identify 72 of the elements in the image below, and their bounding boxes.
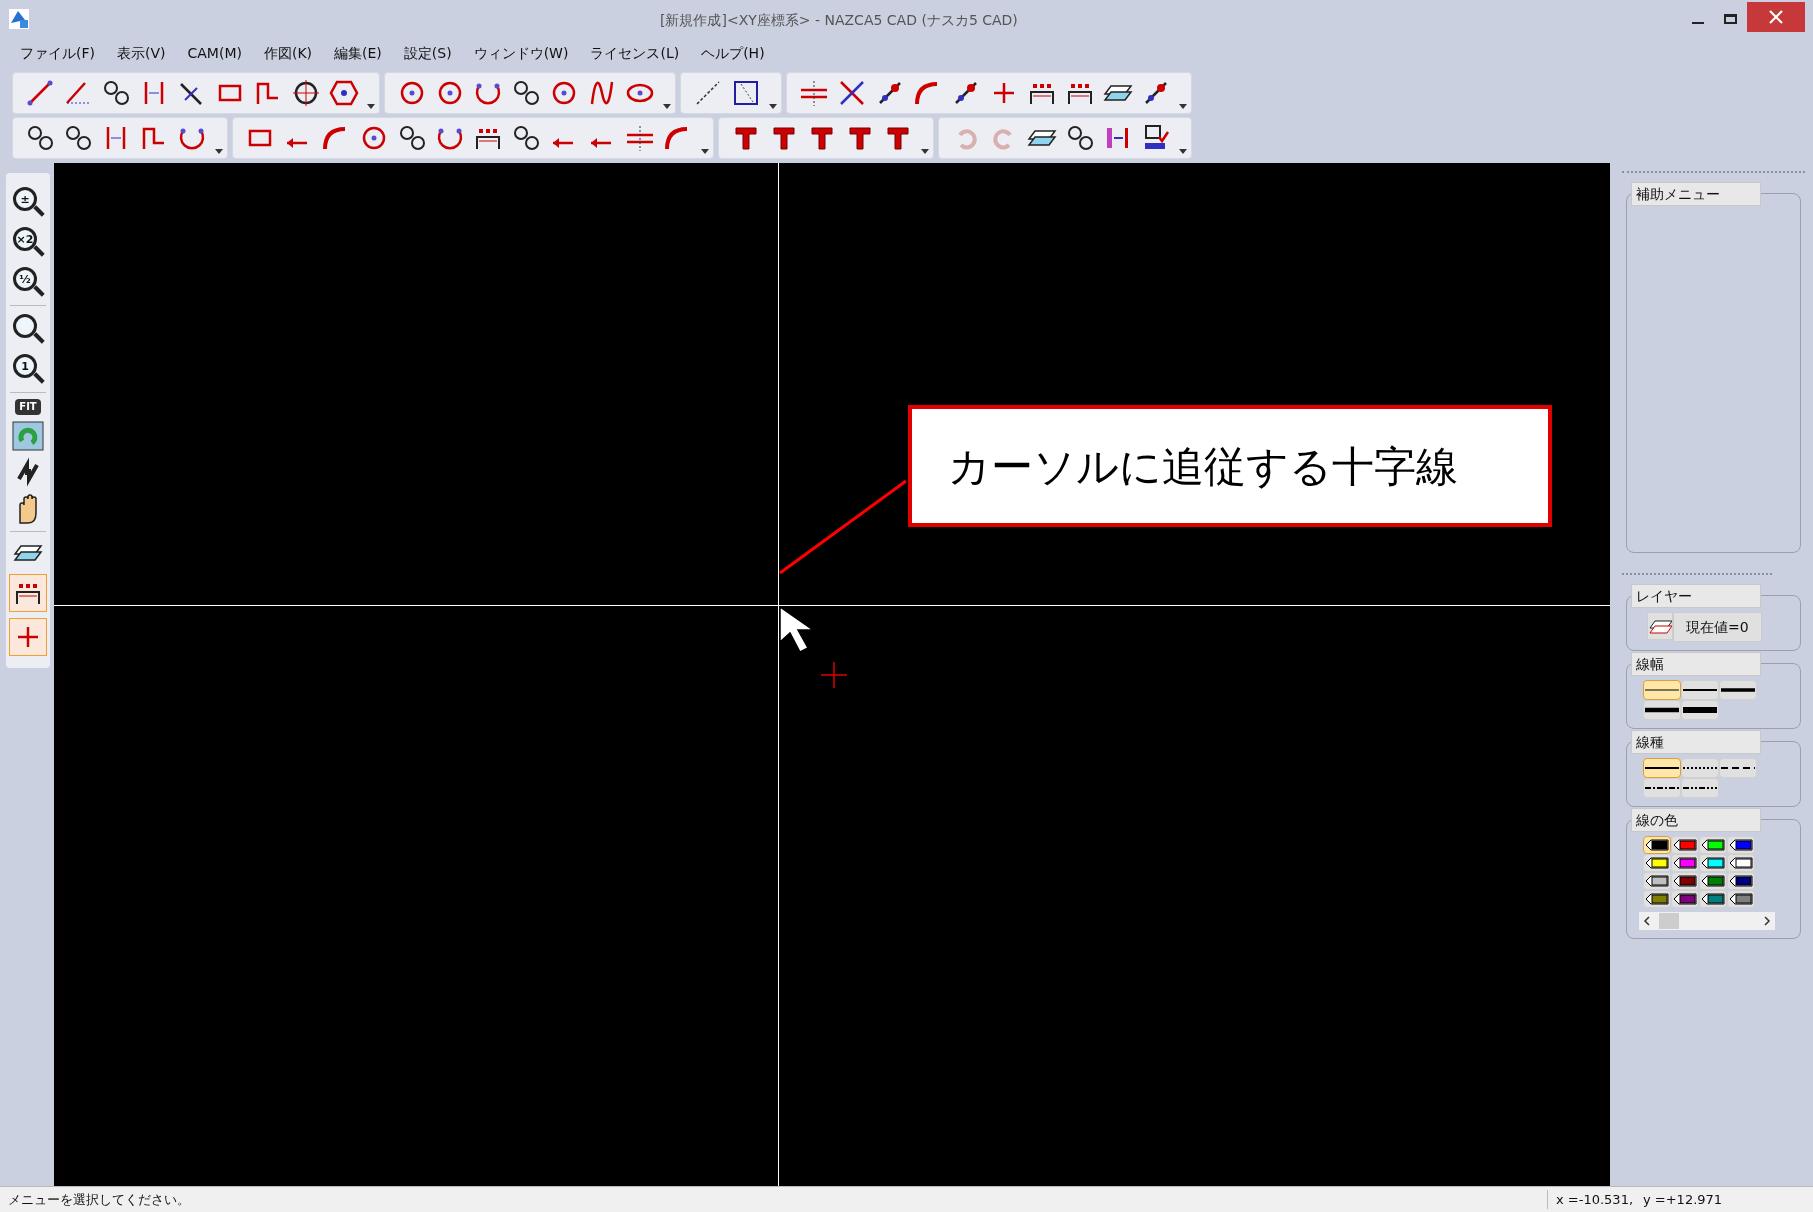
line-sample-icon: [1645, 764, 1679, 772]
menu-item[interactable]: CAM(M): [187, 42, 242, 64]
horizontal-scrollbar[interactable]: [1639, 912, 1775, 930]
overflow-icon[interactable]: [367, 104, 375, 109]
grid-box-icon[interactable]: [731, 78, 761, 108]
callout-text: カーソルに追従する十字線: [948, 440, 1458, 493]
line-width-option[interactable]: [1681, 680, 1719, 700]
menu-item[interactable]: ヘルプ(H): [701, 42, 765, 64]
target-icon[interactable]: [291, 78, 321, 108]
x-coordinate: x =-10.531,: [1547, 1189, 1643, 1210]
y-coordinate: y =+12.971: [1643, 1190, 1724, 1209]
line-type-option[interactable]: [1719, 758, 1757, 778]
window-title: [新規作成]<XY座標系> - NAZCA5 CAD (ナスカ5 CAD): [660, 11, 1018, 30]
group-title: 線の色: [1631, 808, 1761, 832]
maximize-icon[interactable]: [1724, 14, 1737, 24]
overflow-icon[interactable]: [701, 149, 709, 154]
line-sample-icon: [1683, 686, 1717, 694]
hexagon-icon[interactable]: [329, 78, 359, 108]
right-chevron-icon[interactable]: [1763, 916, 1771, 926]
menu-item[interactable]: ファイル(F): [20, 42, 95, 64]
overflow-icon[interactable]: [663, 104, 671, 109]
line-width-option[interactable]: [1719, 680, 1757, 700]
drawing-canvas[interactable]: カーソルに追従する十字線: [54, 163, 1610, 1186]
status-message: メニューを選択してください。: [7, 1190, 190, 1209]
line-sample-icon: [1721, 764, 1755, 772]
menu-item[interactable]: ライセンス(L): [590, 42, 680, 64]
menu-item[interactable]: 作図(K): [263, 42, 313, 64]
line-type-option[interactable]: [1643, 758, 1681, 778]
menu-item[interactable]: 表示(V): [117, 42, 166, 64]
group-title: レイヤー: [1631, 584, 1761, 608]
left-chevron-icon[interactable]: [1643, 916, 1651, 926]
circles-icon[interactable]: [511, 78, 541, 108]
menu-item[interactable]: 設定(S): [403, 42, 452, 64]
trim-icon[interactable]: [799, 78, 829, 108]
line-sample-icon: [1683, 784, 1717, 792]
line-sample-icon: [1683, 706, 1717, 714]
overflow-icon[interactable]: [1179, 104, 1187, 109]
line-sample-icon: [1721, 686, 1755, 694]
group-title: 線幅: [1631, 652, 1761, 676]
trim-icon[interactable]: [625, 123, 655, 153]
overflow-icon[interactable]: [769, 104, 777, 109]
line-sample-icon: [1645, 784, 1679, 792]
overflow-icon[interactable]: [1179, 149, 1187, 154]
cross-marker-icon: [821, 662, 847, 688]
line-type-option[interactable]: [1681, 778, 1719, 798]
overflow-icon[interactable]: [921, 149, 929, 154]
layer-button[interactable]: 現在値=0: [1673, 612, 1762, 642]
line-width-option[interactable]: [1643, 700, 1681, 720]
menu-item[interactable]: 編集(E): [334, 42, 382, 64]
circles-icon[interactable]: [397, 123, 427, 153]
line-sample-icon: [1645, 706, 1679, 714]
line-sample-icon: [1645, 686, 1679, 694]
circles-icon[interactable]: [101, 78, 131, 108]
line-width-option[interactable]: [1681, 700, 1719, 720]
menu-item[interactable]: ウィンドウ(W): [473, 42, 569, 64]
close-icon: [1769, 10, 1783, 24]
line-sample-icon: [1683, 764, 1717, 772]
close-button[interactable]: [1747, 2, 1805, 32]
fit-button[interactable]: FIT: [15, 399, 41, 415]
line-type-option[interactable]: [1681, 758, 1719, 778]
circles-icon[interactable]: [25, 123, 55, 153]
line-type-option[interactable]: [1643, 778, 1681, 798]
circles-icon[interactable]: [511, 123, 541, 153]
group-title: 補助メニュー: [1631, 182, 1761, 206]
overflow-icon[interactable]: [215, 149, 223, 154]
app-icon: [8, 8, 30, 30]
circles-icon[interactable]: [1065, 123, 1095, 153]
line-icon[interactable]: [25, 78, 55, 108]
zoom-icon[interactable]: [11, 312, 45, 346]
group-title: 線種: [1631, 730, 1761, 754]
scrollbar-thumb[interactable]: [1659, 913, 1679, 929]
circles-icon[interactable]: [63, 123, 93, 153]
